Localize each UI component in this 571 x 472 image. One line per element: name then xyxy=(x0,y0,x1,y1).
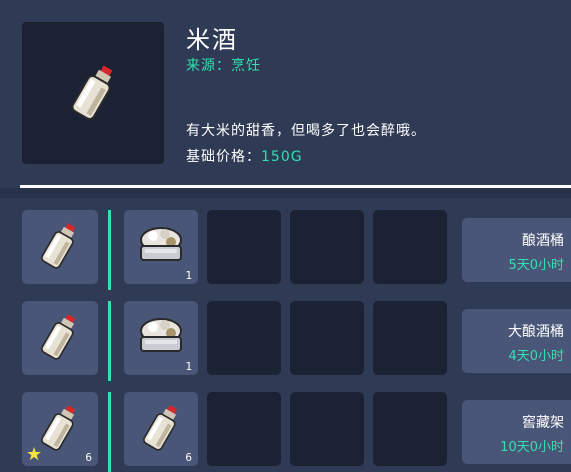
empty-ingredient-slot[interactable] xyxy=(373,210,447,284)
recipe-result-slot[interactable] xyxy=(22,301,98,375)
rice-bowl-icon xyxy=(140,227,182,261)
rice-wine-bottle-icon xyxy=(41,223,76,269)
recipe-result-slot[interactable]: ★ 6 xyxy=(22,392,98,466)
recipe-result-slot[interactable] xyxy=(22,210,98,284)
facility-time: 5天0小时 xyxy=(508,258,564,273)
facility-name: 大酿酒桶 xyxy=(508,324,564,340)
source-label: 来源： xyxy=(186,58,231,74)
rice-wine-bottle-icon xyxy=(143,405,178,451)
recipe-row: ★ 6 6 窖藏架 10天0小时 xyxy=(0,392,571,472)
facility-time: 4天0小时 xyxy=(508,349,564,364)
rice-wine-bottle-icon xyxy=(71,65,113,120)
ingredient-slot[interactable]: 1 xyxy=(124,210,198,284)
rice-wine-bottle-icon xyxy=(41,405,76,451)
ingredient-quantity: 1 xyxy=(185,360,192,373)
divider-shadow xyxy=(0,188,571,198)
item-title: 米酒 xyxy=(186,26,238,54)
facility-name: 酿酒桶 xyxy=(522,233,564,249)
rice-wine-bottle-icon xyxy=(41,314,76,360)
ingredient-quantity: 6 xyxy=(185,451,192,464)
recipe-separator xyxy=(108,210,111,290)
rice-bowl-icon xyxy=(140,318,182,352)
recipe-row: 1 大酿酒桶 4天0小时 xyxy=(0,301,571,381)
source-value: 烹饪 xyxy=(231,58,261,74)
facility-panel[interactable]: 窖藏架 10天0小时 xyxy=(462,400,571,464)
item-preview xyxy=(22,22,164,164)
facility-panel[interactable]: 酿酒桶 5天0小时 xyxy=(462,218,571,282)
price-label: 基础价格： xyxy=(186,149,261,165)
star-icon: ★ xyxy=(26,444,43,465)
item-price: 基础价格：150G xyxy=(186,146,303,166)
empty-ingredient-slot[interactable] xyxy=(290,210,364,284)
empty-ingredient-slot[interactable] xyxy=(373,392,447,466)
recipe-separator xyxy=(108,392,111,472)
empty-ingredient-slot[interactable] xyxy=(290,301,364,375)
empty-ingredient-slot[interactable] xyxy=(290,392,364,466)
ingredient-slot[interactable]: 6 xyxy=(124,392,198,466)
ingredient-slot[interactable]: 1 xyxy=(124,301,198,375)
item-source: 来源：烹饪 xyxy=(186,55,261,75)
empty-ingredient-slot[interactable] xyxy=(207,392,281,466)
item-description: 有大米的甜香，但喝多了也会醉哦。 xyxy=(186,123,426,139)
empty-ingredient-slot[interactable] xyxy=(207,210,281,284)
empty-ingredient-slot[interactable] xyxy=(373,301,447,375)
item-detail-header: 米酒 来源：烹饪 有大米的甜香，但喝多了也会醉哦。 基础价格：150G xyxy=(0,0,571,185)
recipe-row: 1 酿酒桶 5天0小时 xyxy=(0,210,571,290)
ingredient-quantity: 1 xyxy=(185,269,192,282)
recipe-separator xyxy=(108,301,111,381)
facility-time: 10天0小时 xyxy=(500,440,564,455)
facility-name: 窖藏架 xyxy=(522,415,564,431)
price-value: 150G xyxy=(261,149,303,165)
empty-ingredient-slot[interactable] xyxy=(207,301,281,375)
result-quantity: 6 xyxy=(85,451,92,464)
facility-panel[interactable]: 大酿酒桶 4天0小时 xyxy=(462,309,571,373)
